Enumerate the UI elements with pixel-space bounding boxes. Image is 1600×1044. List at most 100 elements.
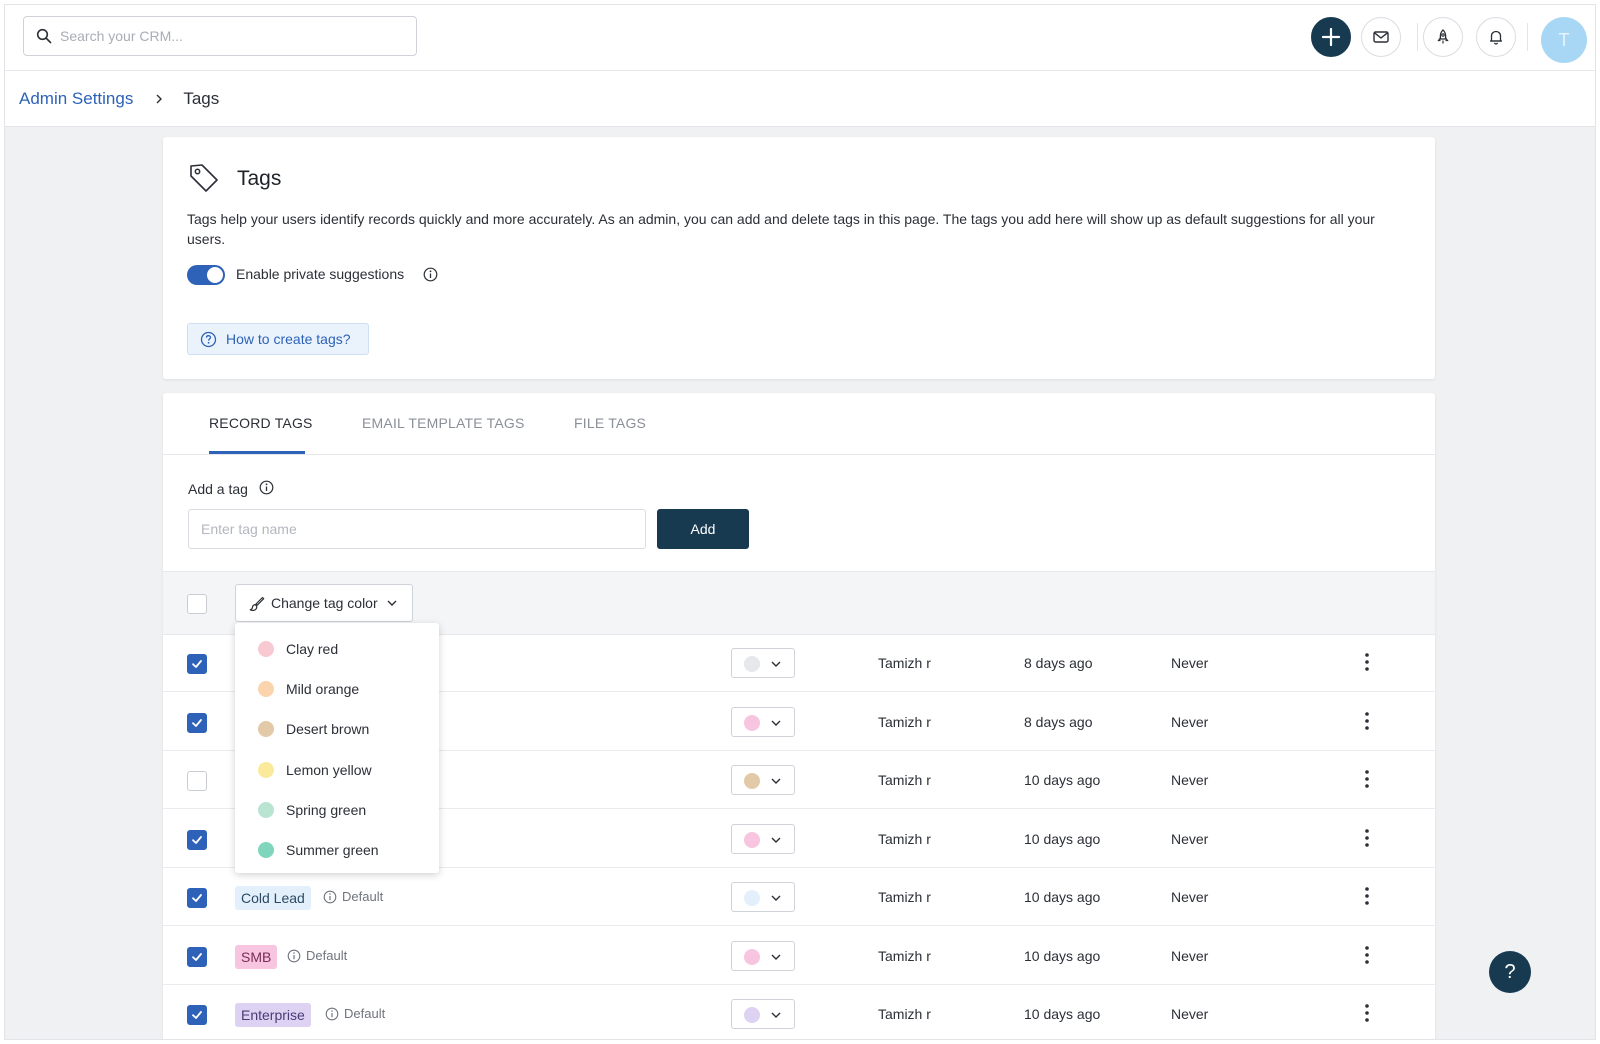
info-icon[interactable] xyxy=(287,949,301,963)
created-time: 10 days ago xyxy=(1024,830,1101,847)
color-swatch xyxy=(744,890,760,906)
last-used: Never xyxy=(1171,1006,1209,1022)
color-option-label: Summer green xyxy=(286,842,379,858)
color-swatch xyxy=(744,1007,760,1023)
tag-icon xyxy=(190,164,218,192)
color-option[interactable]: Mild orange xyxy=(235,669,439,709)
breadcrumb-current: Tags xyxy=(183,88,220,108)
row-checkbox[interactable] xyxy=(187,888,207,908)
row-checkbox[interactable] xyxy=(187,829,207,850)
color-option-label: Clay red xyxy=(286,641,339,657)
add-tag-button[interactable]: Add xyxy=(657,509,749,549)
created-time: 10 days ago xyxy=(1024,889,1101,905)
tag-color-picker[interactable] xyxy=(731,882,795,912)
select-all-checkbox[interactable] xyxy=(187,594,207,614)
toolbar-divider xyxy=(1527,23,1528,51)
more-options-icon[interactable] xyxy=(1357,884,1377,908)
tag-color-picker[interactable] xyxy=(731,765,795,795)
created-by: Tamizh r xyxy=(878,772,931,788)
tag-color-menu: Clay red Mild orange Desert brown Lemon yel… xyxy=(235,623,439,873)
color-swatch xyxy=(744,773,760,789)
question-circle-icon xyxy=(200,331,217,347)
last-used: Never xyxy=(1171,830,1209,847)
color-swatch xyxy=(744,948,760,965)
row-checkbox[interactable] xyxy=(187,946,207,967)
search-icon xyxy=(36,28,52,44)
search-input[interactable] xyxy=(60,28,400,44)
created-by: Tamizh r xyxy=(878,889,931,905)
paint-brush-icon xyxy=(249,596,265,611)
app-window: T Admin Settings Tags Tags Tags help you… xyxy=(4,4,1596,1040)
created-by: Tamizh r xyxy=(878,655,931,671)
color-option[interactable]: Lemon yellow xyxy=(235,750,439,790)
more-options-icon[interactable] xyxy=(1357,826,1377,850)
created-time: 10 days ago xyxy=(1024,1006,1101,1022)
table-row: Enterprise Default Tamizh r 10 days ago Neve… xyxy=(163,985,1435,1039)
created-time: 10 days ago xyxy=(1024,772,1101,788)
change-tag-color-dropdown[interactable]: Change tag color xyxy=(235,584,413,622)
default-label: Default xyxy=(342,889,384,904)
row-checkbox[interactable] xyxy=(187,712,207,733)
more-options-icon[interactable] xyxy=(1357,943,1377,967)
more-options-icon[interactable] xyxy=(1357,1001,1377,1025)
how-to-create-tags-link[interactable]: How to create tags? xyxy=(187,323,369,355)
color-swatch xyxy=(258,842,274,858)
color-option[interactable]: Spring green xyxy=(235,790,439,830)
color-option[interactable]: Summer green xyxy=(235,830,439,870)
more-options-icon[interactable] xyxy=(1357,767,1377,791)
tab-file-tags[interactable]: FILE TAGS xyxy=(574,415,646,431)
email-button[interactable] xyxy=(1361,17,1401,57)
active-tab-indicator xyxy=(209,451,305,454)
color-option-label: Mild orange xyxy=(286,681,360,698)
info-icon[interactable] xyxy=(325,1007,339,1021)
last-used: Never xyxy=(1171,947,1209,964)
tag-color-picker[interactable] xyxy=(731,823,795,854)
created-by: Tamizh r xyxy=(878,947,931,964)
color-option[interactable]: Desert brown xyxy=(235,709,439,749)
chevron-down-icon xyxy=(387,600,397,606)
notifications-button[interactable] xyxy=(1476,17,1516,57)
user-avatar[interactable]: T xyxy=(1541,17,1587,63)
search-box[interactable] xyxy=(23,16,417,56)
tag-color-picker[interactable] xyxy=(731,706,795,737)
toolbar-divider xyxy=(1417,23,1418,51)
page-description: Tags help your users identify records qu… xyxy=(187,211,1375,247)
breadcrumb-admin-settings[interactable]: Admin Settings xyxy=(19,89,133,109)
plus-icon xyxy=(1321,27,1341,47)
create-new-button[interactable] xyxy=(1311,17,1351,57)
rocket-icon xyxy=(1437,29,1449,44)
tab-record-tags[interactable]: RECORD TAGS xyxy=(209,415,313,431)
bell-icon xyxy=(1490,30,1502,45)
help-button[interactable]: ? xyxy=(1489,951,1531,993)
color-swatch xyxy=(258,641,274,657)
private-suggestions-toggle[interactable] xyxy=(187,265,225,285)
info-icon[interactable] xyxy=(323,890,337,904)
info-icon[interactable] xyxy=(423,267,438,282)
last-used: Never xyxy=(1171,889,1209,905)
tag-color-picker[interactable] xyxy=(731,999,795,1029)
row-checkbox[interactable] xyxy=(187,771,207,791)
tags-info-card: Tags Tags help your users identify recor… xyxy=(163,137,1435,379)
last-used: Never xyxy=(1171,655,1209,671)
info-icon[interactable] xyxy=(259,480,274,495)
created-by: Tamizh r xyxy=(878,713,931,730)
color-swatch xyxy=(744,714,760,731)
color-swatch xyxy=(744,831,760,848)
row-checkbox[interactable] xyxy=(187,1005,207,1025)
tab-email-template-tags[interactable]: EMAIL TEMPLATE TAGS xyxy=(362,415,525,431)
whats-new-button[interactable] xyxy=(1423,17,1463,57)
color-option[interactable]: Clay red xyxy=(235,629,439,669)
more-options-icon[interactable] xyxy=(1357,709,1377,733)
tag-color-picker[interactable] xyxy=(731,940,795,971)
tag-chip: SMB xyxy=(235,944,278,969)
tag-name-input[interactable] xyxy=(188,509,646,549)
created-time: 10 days ago xyxy=(1024,947,1101,964)
color-swatch xyxy=(744,656,760,672)
tag-chip: Enterprise xyxy=(235,1003,311,1027)
table-row: Cold Lead Default Tamizh r 10 days ago Never xyxy=(163,868,1435,926)
row-checkbox[interactable] xyxy=(187,654,207,674)
more-options-icon[interactable] xyxy=(1357,650,1377,674)
tag-color-picker[interactable] xyxy=(731,648,795,678)
change-tag-color-label: Change tag color xyxy=(271,595,378,611)
color-swatch xyxy=(258,761,274,778)
